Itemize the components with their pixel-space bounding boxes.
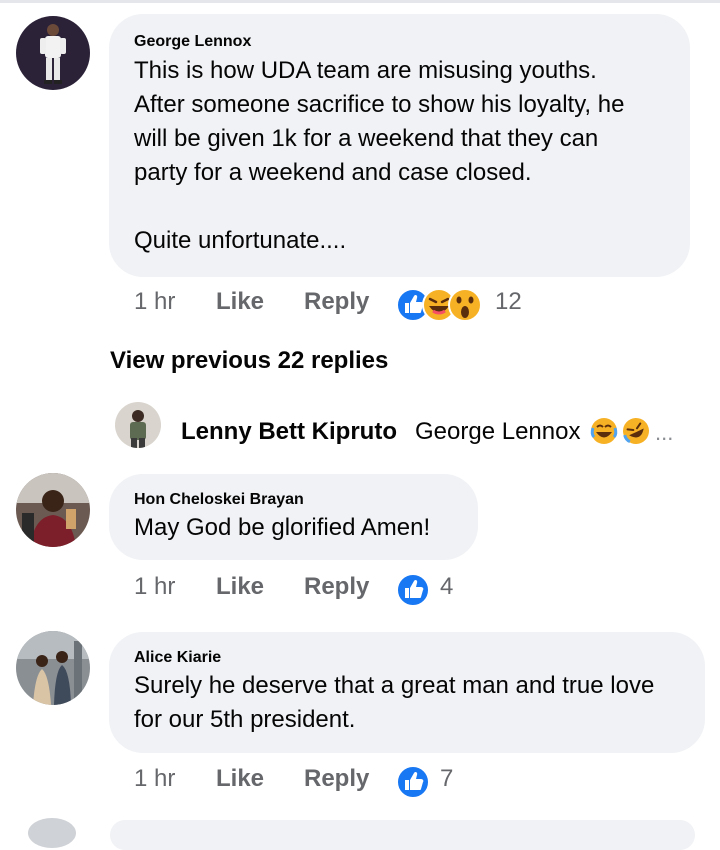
rolling-laughing-emoji-icon xyxy=(621,416,651,451)
like-icon[interactable] xyxy=(396,765,432,799)
reply-button[interactable]: Reply xyxy=(304,765,369,793)
reactions-summary[interactable] xyxy=(396,288,488,322)
comment-bubble[interactable]: George Lennox This is how UDA team are m… xyxy=(109,14,690,277)
like-button[interactable]: Like xyxy=(216,573,264,601)
reply-author[interactable]: Lenny Bett Kipruto xyxy=(181,418,397,446)
reaction-count[interactable]: 12 xyxy=(495,288,522,316)
comment-actions: 1 hr Like Reply 4 xyxy=(134,573,474,607)
avatar-hon-cheloskei-brayan[interactable] xyxy=(16,473,90,547)
tears-of-joy-emoji-icon xyxy=(589,416,619,451)
reply-preview[interactable]: Lenny Bett Kipruto George Lennox ... xyxy=(115,402,715,448)
comment-time: 1 hr xyxy=(134,288,176,315)
avatar-george-lennox[interactable] xyxy=(16,16,90,90)
wow-emoji-icon xyxy=(448,288,482,322)
comment-actions: 1 hr Like Reply 7 xyxy=(134,765,474,799)
comment-time: 1 hr xyxy=(134,765,176,792)
comment-bubble[interactable]: Hon Cheloskei Brayan May God be glorifie… xyxy=(109,474,478,560)
comment-bubble[interactable]: Alice Kiarie Surely he deserve that a gr… xyxy=(109,632,705,753)
comment-author[interactable]: Hon Cheloskei Brayan xyxy=(134,491,304,509)
reaction-count[interactable]: 7 xyxy=(440,765,453,793)
reply-text: George Lennox xyxy=(415,418,581,445)
comment-text: Surely he deserve that a great man and t… xyxy=(134,672,655,733)
like-button[interactable]: Like xyxy=(216,288,264,316)
avatar[interactable] xyxy=(28,818,76,848)
comment-text: May God be glorified Amen! xyxy=(134,514,431,541)
comment-time: 1 hr xyxy=(134,573,176,600)
reply-button[interactable]: Reply xyxy=(304,288,369,316)
comment-text: This is how UDA team are misusing youths… xyxy=(134,57,625,254)
reply-button[interactable]: Reply xyxy=(304,573,369,601)
top-divider xyxy=(0,0,720,3)
avatar-alice-kiarie[interactable] xyxy=(16,631,90,705)
comment-author[interactable]: George Lennox xyxy=(134,33,251,51)
like-button[interactable]: Like xyxy=(216,765,264,793)
view-previous-replies-link[interactable]: View previous 22 replies xyxy=(110,347,388,375)
avatar-lenny-bett-kipruto[interactable] xyxy=(115,402,161,448)
reaction-count[interactable]: 4 xyxy=(440,573,453,601)
comment-author[interactable]: Alice Kiarie xyxy=(134,649,221,667)
comment-bubble[interactable] xyxy=(110,820,695,850)
truncation-ellipsis: ... xyxy=(655,420,674,445)
like-icon[interactable] xyxy=(396,573,432,607)
comment-actions: 1 hr Like Reply 12 xyxy=(134,288,554,322)
